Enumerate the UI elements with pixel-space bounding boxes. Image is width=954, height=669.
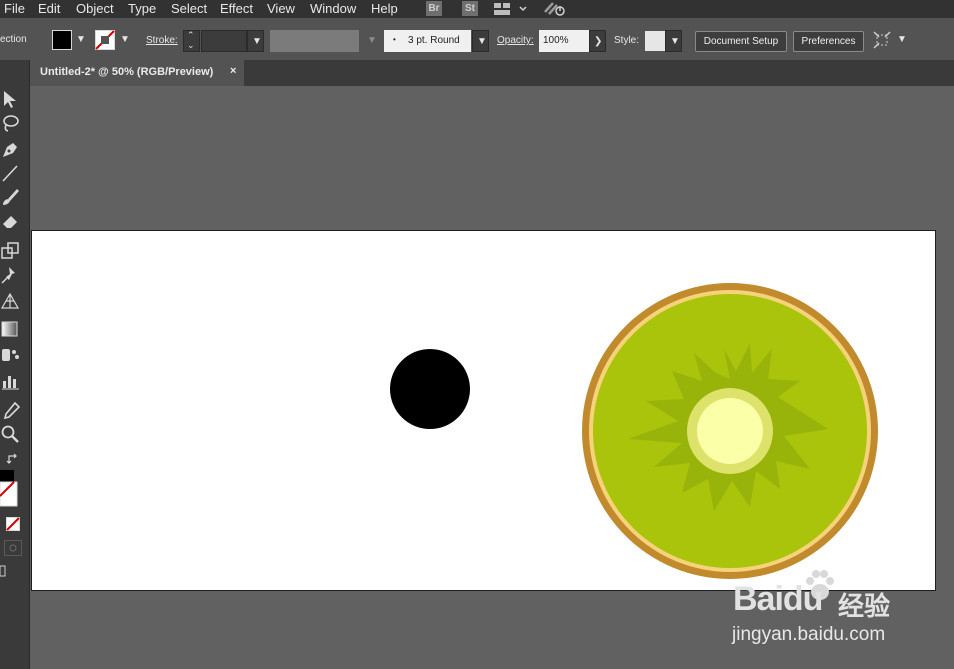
tools-panel: [0, 60, 30, 669]
screen-mode-icon[interactable]: [0, 565, 6, 577]
stroke-label[interactable]: Stroke:: [146, 35, 178, 46]
stroke-weight-dropdown[interactable]: ▼: [247, 30, 264, 52]
brush-definition-value: 3 pt. Round: [408, 35, 460, 46]
fill-chevron-icon[interactable]: ▼: [76, 34, 86, 45]
gradient-icon[interactable]: [0, 318, 22, 340]
watermark-url: jingyan.baidu.com: [732, 624, 886, 645]
menu-edit[interactable]: Edit: [38, 1, 60, 16]
variable-width-profile[interactable]: [270, 30, 359, 52]
arrange-documents-icon[interactable]: [873, 31, 891, 49]
puppet-pin-icon[interactable]: [0, 264, 22, 286]
pen-icon[interactable]: [0, 138, 22, 160]
menu-bar: File Edit Object Type Select Effect View…: [0, 0, 954, 18]
watermark-brand-cn: 经验: [838, 592, 891, 622]
opacity-arrow-button[interactable]: ❯: [589, 30, 606, 52]
none-color-icon[interactable]: [6, 517, 20, 531]
graphic-style-swatch[interactable]: [645, 31, 665, 51]
fill-stroke-indicator[interactable]: [0, 470, 20, 508]
menu-window[interactable]: Window: [310, 1, 356, 16]
document-setup-button[interactable]: Document Setup: [695, 31, 787, 52]
stock-icon[interactable]: St: [462, 1, 478, 16]
menu-file[interactable]: File: [4, 1, 25, 16]
menu-help[interactable]: Help: [371, 1, 398, 16]
perspective-grid-icon[interactable]: [0, 290, 22, 312]
eraser-icon[interactable]: [0, 210, 22, 232]
lasso-icon[interactable]: [0, 112, 22, 134]
profile-chevron-icon[interactable]: ▼: [367, 35, 377, 46]
swap-colors-icon[interactable]: [6, 453, 20, 467]
fill-swatch[interactable]: [52, 30, 72, 50]
brush-dropdown[interactable]: ▼: [472, 30, 489, 52]
eyedropper-icon[interactable]: [0, 400, 22, 422]
scale-icon[interactable]: [0, 240, 22, 262]
kiwi-core-inner: [697, 398, 763, 464]
bridge-icon[interactable]: Br: [426, 1, 442, 16]
gpu-performance-icon[interactable]: [543, 0, 567, 18]
style-label: Style:: [614, 35, 640, 46]
watermark-brand: Baidu: [733, 580, 823, 618]
selection-label: ection: [0, 34, 27, 45]
stroke-weight-input[interactable]: [201, 30, 247, 52]
baidu-watermark: Baidu 经验 jingyan.baidu.com: [700, 528, 940, 648]
menu-object[interactable]: Object: [76, 1, 114, 16]
selection-arrow-icon[interactable]: [0, 88, 22, 110]
line-icon[interactable]: [0, 162, 22, 184]
menu-type[interactable]: Type: [128, 1, 156, 16]
stroke-swatch-icon[interactable]: [95, 30, 115, 50]
document-tab[interactable]: Untitled-2* @ 50% (RGB/Preview) ×: [30, 60, 244, 86]
workspace-switcher-icon[interactable]: [494, 2, 530, 16]
menu-view[interactable]: View: [267, 1, 295, 16]
symbol-sprayer-icon[interactable]: [0, 344, 22, 366]
drawing-mode-icon[interactable]: [4, 540, 22, 556]
document-tab-title: Untitled-2* @ 50% (RGB/Preview): [40, 66, 214, 78]
menu-select[interactable]: Select: [171, 1, 207, 16]
arrange-chevron-icon[interactable]: ▼: [897, 34, 907, 45]
document-tab-bar: Untitled-2* @ 50% (RGB/Preview) ×: [30, 60, 954, 86]
zoom-icon[interactable]: [0, 424, 22, 446]
menu-effect[interactable]: Effect: [220, 1, 253, 16]
brush-icon[interactable]: [0, 186, 22, 208]
opacity-value: 100%: [543, 35, 569, 46]
style-dropdown[interactable]: ▼: [665, 30, 682, 52]
control-bar: ection ▼ ▼ Stroke: ⌃ ⌄ ▼ ▼ • 3 pt. Round…: [0, 22, 954, 60]
close-tab-icon[interactable]: ×: [230, 65, 236, 77]
stroke-weight-stepper[interactable]: ⌃ ⌄: [183, 30, 200, 52]
graph-icon[interactable]: [0, 370, 22, 392]
brush-definition[interactable]: • 3 pt. Round: [384, 30, 471, 52]
stroke-chevron-icon[interactable]: ▼: [120, 34, 130, 45]
opacity-input[interactable]: 100%: [539, 30, 589, 52]
preferences-button[interactable]: Preferences: [793, 31, 864, 52]
black-circle-shape[interactable]: [390, 349, 470, 429]
opacity-label[interactable]: Opacity:: [497, 35, 534, 46]
